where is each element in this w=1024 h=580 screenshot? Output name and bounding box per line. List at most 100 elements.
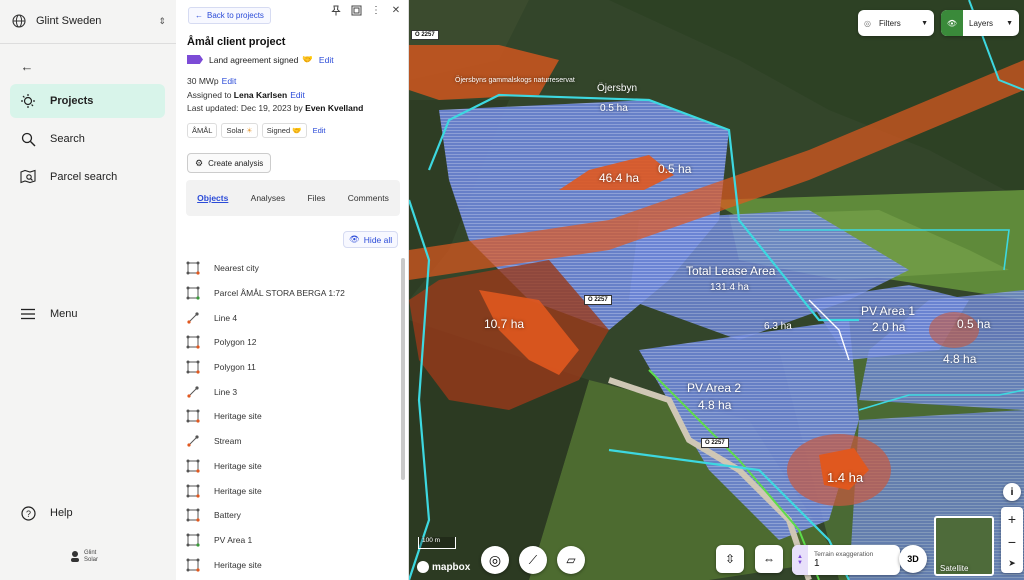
expand-icon[interactable] <box>350 4 362 16</box>
org-name: Glint Sweden <box>36 15 102 27</box>
chip-signed: Signed 🤝 <box>261 123 307 138</box>
edit-capacity-link[interactable]: Edit <box>222 76 237 86</box>
hide-all-label: Hide all <box>363 234 393 245</box>
nav-label-menu: Menu <box>50 308 78 320</box>
terrain-exaggeration-control: ▲ ▼ Terrain exaggeration 1 <box>792 545 900 575</box>
handshake-icon: 🤝 <box>302 54 313 64</box>
info-icon[interactable]: i <box>1003 483 1021 501</box>
close-icon[interactable]: ✕ <box>390 4 402 16</box>
draw-polygon-button[interactable]: ▱ <box>557 546 585 574</box>
back-to-projects-button[interactable]: ← Back to projects <box>188 7 271 24</box>
list-item[interactable]: Battery <box>186 503 396 528</box>
map-label-pv2-ha: 4.8 ha <box>698 398 732 412</box>
globe-icon <box>12 14 26 28</box>
list-item[interactable]: Line 3 <box>186 379 396 404</box>
capacity-value: 30 MWp <box>187 76 219 86</box>
tab-comments[interactable]: Comments <box>348 193 389 203</box>
draw-point-button[interactable]: ◎ <box>481 546 509 574</box>
collapse-back-icon[interactable]: ← <box>18 57 36 75</box>
chevron-down-icon: ▼ <box>1006 19 1013 27</box>
object-label: Parcel ÅMÅL STORA BERGA 1:72 <box>214 288 345 299</box>
list-item[interactable]: Parcel ÅMÅL STORA BERGA 1:72 <box>186 281 396 306</box>
layers-label: Layers <box>969 18 994 28</box>
satellite-toggle[interactable]: Satellite <box>934 516 994 576</box>
polygon-object-icon <box>186 558 200 572</box>
map-label-pv2: PV Area 2 <box>687 381 742 395</box>
terrain-value-input[interactable]: 1 <box>814 558 873 569</box>
tab-objects[interactable]: Objects <box>197 193 228 203</box>
panel-tabs: Objects Analyses Files Comments <box>186 180 400 216</box>
zoom-in-icon[interactable]: + <box>1008 511 1016 527</box>
draw-line-button[interactable]: ⟋ <box>519 546 547 574</box>
list-item[interactable]: Polygon 12 <box>186 330 396 355</box>
arrow-left-icon: ← <box>195 11 203 20</box>
list-item[interactable]: Line 4 <box>186 305 396 330</box>
project-status: Land agreement signed 🤝 Edit <box>187 54 334 65</box>
toggle-3d-button[interactable]: 3D <box>899 545 927 573</box>
stepper-arrows-icon[interactable]: ▲ ▼ <box>792 545 808 575</box>
polygon-object-icon <box>186 335 200 350</box>
pin-icon[interactable] <box>330 4 342 16</box>
search-icon <box>20 131 36 147</box>
eye-off-icon: ◎ <box>864 18 871 28</box>
hamburger-icon <box>20 306 36 322</box>
project-panel: ← Back to projects ⋮ ✕ Åmål client projec… <box>176 0 409 580</box>
nav-item-help[interactable]: ? Help <box>10 496 165 530</box>
list-item[interactable]: Heritage site <box>186 454 396 479</box>
road-tag: O 2257 <box>701 438 729 448</box>
scale-bar: 100 m <box>418 537 456 549</box>
tab-files[interactable]: Files <box>307 193 325 203</box>
satellite-label: Satellite <box>940 564 969 573</box>
create-analysis-button[interactable]: ⚙ Create analysis <box>187 153 272 173</box>
objects-scrollbar[interactable] <box>401 258 405 480</box>
terrain-label: Terrain exaggeration <box>814 551 874 558</box>
updated-line: Last updated: Dec 19, 2023 by Even Kvell… <box>187 103 363 113</box>
edit-tags-link[interactable]: Edit <box>313 126 326 135</box>
list-item[interactable]: PV Area 1 <box>186 528 396 553</box>
status-tag-icon <box>187 55 203 64</box>
list-item[interactable]: Heritage site <box>186 478 396 503</box>
org-switcher[interactable]: Glint Sweden ⇕ <box>12 10 166 32</box>
ruler-icon: ⇳ <box>724 552 736 566</box>
object-label: Heritage site <box>214 559 262 570</box>
eye-icon: 👁 <box>941 10 963 36</box>
object-label: Stream <box>214 436 242 447</box>
tab-analyses[interactable]: Analyses <box>251 193 286 203</box>
layers-button[interactable]: 👁 Layers ▼ <box>941 10 1019 36</box>
object-label: Heritage site <box>214 485 262 496</box>
nav-label-parcel-search: Parcel search <box>50 171 118 183</box>
hide-all-button[interactable]: 👁 Hide all <box>343 231 399 248</box>
nav-item-search[interactable]: Search <box>10 122 165 156</box>
width-button[interactable]: ⇔ <box>755 545 783 573</box>
edit-assignee-link[interactable]: Edit <box>290 90 305 100</box>
list-item[interactable]: Stream <box>186 429 396 454</box>
list-item[interactable]: Nearest city <box>186 256 396 281</box>
width-icon: ⇔ <box>763 552 775 566</box>
polygon-object-icon <box>186 508 200 522</box>
polygon-object-icon <box>186 459 200 473</box>
map-search-icon <box>20 169 36 185</box>
nav-item-menu[interactable]: Menu <box>10 297 165 331</box>
list-item[interactable]: Polygon 11 <box>186 355 396 380</box>
project-title: Åmål client project <box>187 36 286 48</box>
map-view[interactable]: Öjersbyns gammalskogs naturreservat Öjer… <box>409 0 1024 580</box>
nav-item-parcel-search[interactable]: Parcel search <box>10 160 165 194</box>
sun-icon: ☀ <box>246 126 253 135</box>
map-label-pv1: PV Area 1 <box>861 304 916 318</box>
chip-solar-label: Solar <box>226 126 244 135</box>
nav-item-projects[interactable]: Projects <box>10 84 165 118</box>
measure-button[interactable]: ⇳ <box>716 545 744 573</box>
object-label: Polygon 12 <box>214 337 257 348</box>
compass-icon[interactable]: ➤ <box>1008 558 1016 569</box>
map-label-area-a1: 0.5 ha <box>600 103 628 114</box>
list-item[interactable]: Heritage site <box>186 404 396 429</box>
polygon-object-icon <box>186 409 200 424</box>
more-options-icon[interactable]: ⋮ <box>370 4 382 16</box>
list-item[interactable]: Heritage site <box>186 552 396 577</box>
object-label: Line 3 <box>214 386 238 397</box>
edit-status-link[interactable]: Edit <box>319 55 334 65</box>
zoom-out-icon[interactable]: − <box>1008 534 1016 550</box>
polygon-tool-icon: ▱ <box>566 553 576 567</box>
filters-button[interactable]: ◎ Filters ▼ <box>858 10 934 36</box>
polygon-object-icon <box>186 286 200 300</box>
